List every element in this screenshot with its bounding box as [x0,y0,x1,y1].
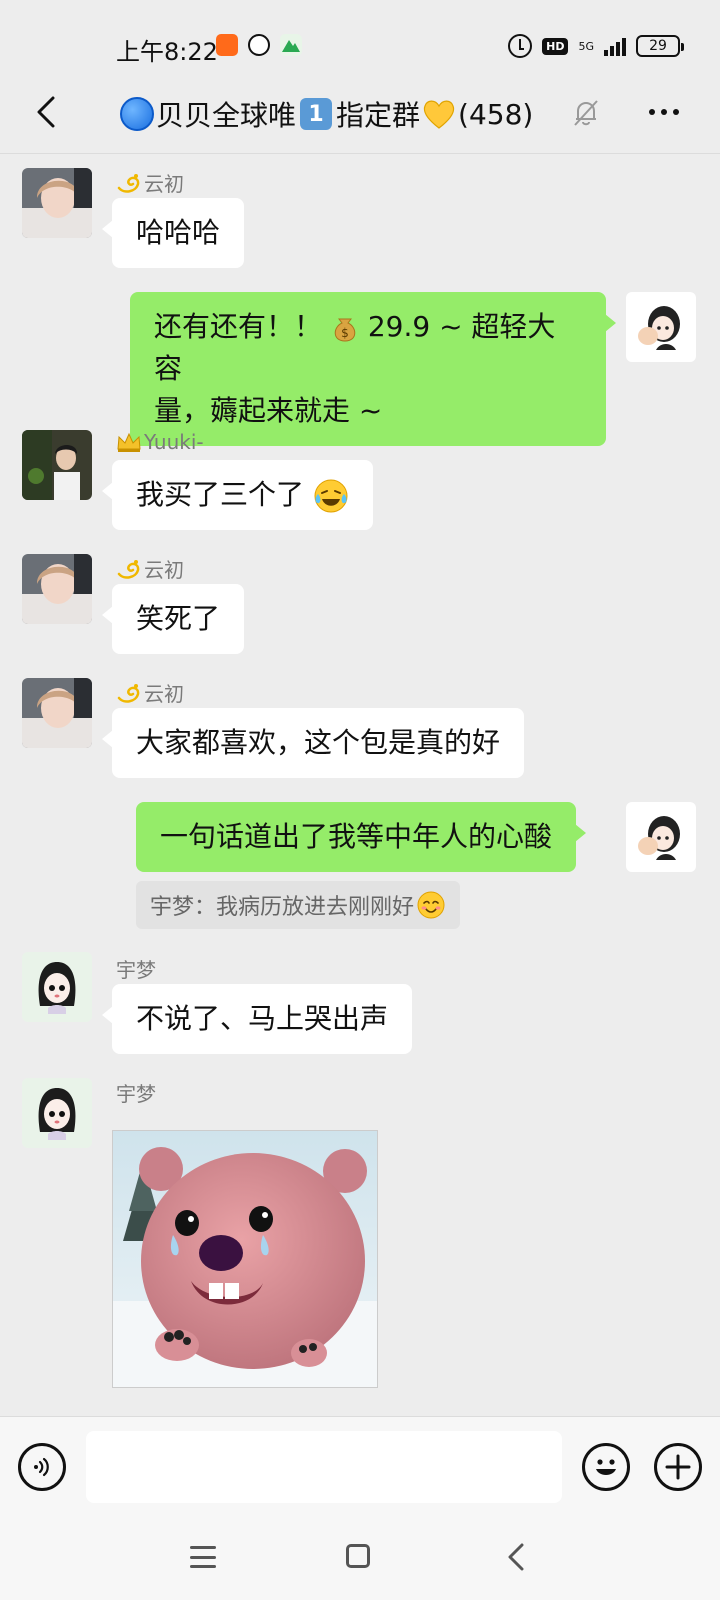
dizzy-icon [117,683,140,703]
dizzy-icon [117,173,140,193]
emoji-button[interactable] [582,1443,630,1491]
avatar-yumeng[interactable] [22,1078,92,1148]
keycap-one-icon: 1 [300,98,333,130]
avatar-yunchu[interactable] [22,168,92,238]
money-bag-icon: $ [334,318,356,342]
smiling-blush-icon [417,891,445,919]
sender-name-text: 宇梦 [116,1082,156,1106]
message-input[interactable] [86,1431,562,1503]
message-bubble[interactable]: 一句话道出了我等中年人的心酸 [136,802,587,872]
dot-icon [649,109,655,115]
sender-name: 云初 [116,554,184,583]
home-icon[interactable] [346,1544,370,1568]
chevron-left-icon [37,96,55,128]
recent-apps-icon[interactable] [190,1546,216,1568]
message-text: 一句话道出了我等中年人的心酸 [160,820,553,853]
status-bar: 上午8:22 HD 5G 29 [0,0,720,90]
title-bar: 贝贝全球唯 1 指定群 (458) [0,80,720,154]
sender-name-text: 云初 [144,682,184,706]
message-text: 笑死了 [136,602,221,635]
yellow-heart-icon [423,100,455,129]
muted-bell-icon [574,100,598,126]
message-bubble[interactable]: 还有还有！！ $ 29.9 ~ 超轻大容 量，薅起来就走 ~ [130,292,616,446]
dizzy-icon [117,559,140,579]
group-title-part2: 指定群 [336,99,421,132]
hd-badge: HD [542,37,569,55]
smiley-icon [596,1459,616,1475]
input-bar [0,1416,720,1516]
voice-input-button[interactable] [18,1443,66,1491]
avatar-yunchu[interactable] [22,678,92,748]
quoted-message[interactable]: 宇梦：我病历放进去刚刚好 [136,881,461,929]
voice-icon [34,1457,49,1477]
network-label: 5G [578,39,594,53]
blue-circle-icon [120,97,154,131]
chat-message-list[interactable]: 云初 哈哈哈 还有还有！！ $ 29.9 ~ 超轻大容 量，薅起来就走 ~ Yu… [0,156,720,1416]
dot-icon [673,109,679,115]
plus-icon [665,1454,691,1480]
sender-name-text: Yuuki- [144,430,204,454]
message-bubble[interactable]: 笑死了 [101,584,245,654]
message-text: 哈哈哈 [136,216,221,249]
sender-name-text: 宇梦 [116,958,156,982]
status-right-group: HD 5G 29 [508,34,684,58]
message-text: 大家都喜欢，这个包是真的好 [136,726,501,759]
battery-icon: 29 [636,35,684,57]
avatar-yumeng[interactable] [22,952,92,1022]
crying-laughing-icon [314,479,348,513]
taobao-notification-icon [216,34,238,56]
status-notification-icons [216,34,302,56]
signal-icon [604,36,626,56]
back-button[interactable] [24,90,68,134]
battery-level: 29 [649,38,667,54]
sender-name-text: 云初 [144,558,184,582]
message-text: 我买了三个了 [136,478,305,511]
status-time: 上午8:22 [116,38,218,66]
message-text: 不说了、马上哭出声 [136,1002,389,1035]
sender-name: 云初 [116,678,184,707]
avatar-yuuki[interactable] [22,430,92,500]
message-text-line1: 还有还有！！ [154,310,323,343]
system-back-icon[interactable] [506,1542,526,1572]
group-title-part1: 贝贝全球唯 [156,99,297,132]
dot-icon [661,109,667,115]
quoted-message-text: 宇梦：我病历放进去刚刚好 [150,895,415,920]
more-options-button[interactable] [642,94,686,130]
message-bubble[interactable]: 哈哈哈 [101,198,245,268]
system-nav-bar [0,1516,720,1600]
crying-pink-beaver-sticker[interactable] [112,1130,378,1388]
sender-name-text: 云初 [144,172,184,196]
message-text-line2: 量，薅起来就走 ~ [154,394,383,427]
avatar-yunchu[interactable] [22,554,92,624]
mountain-notification-icon [280,34,302,56]
more-functions-button[interactable] [654,1443,702,1491]
svg-text:$: $ [341,326,349,340]
sender-name: 宇梦 [116,1078,156,1107]
member-count: (458) [458,97,534,131]
crown-icon [117,432,141,452]
qq-notification-icon [248,34,270,56]
avatar-self[interactable] [626,802,696,872]
sender-name: 云初 [116,168,184,197]
avatar-self[interactable] [626,292,696,362]
sender-name: Yuuki- [116,430,204,454]
message-bubble[interactable]: 大家都喜欢，这个包是真的好 [101,708,525,778]
message-bubble[interactable]: 不说了、马上哭出声 [101,984,413,1054]
alarm-icon [508,34,533,58]
message-bubble[interactable]: 我买了三个了 [102,460,373,530]
sender-name: 宇梦 [116,954,156,983]
group-title[interactable]: 贝贝全球唯 1 指定群 (458) [120,94,533,134]
